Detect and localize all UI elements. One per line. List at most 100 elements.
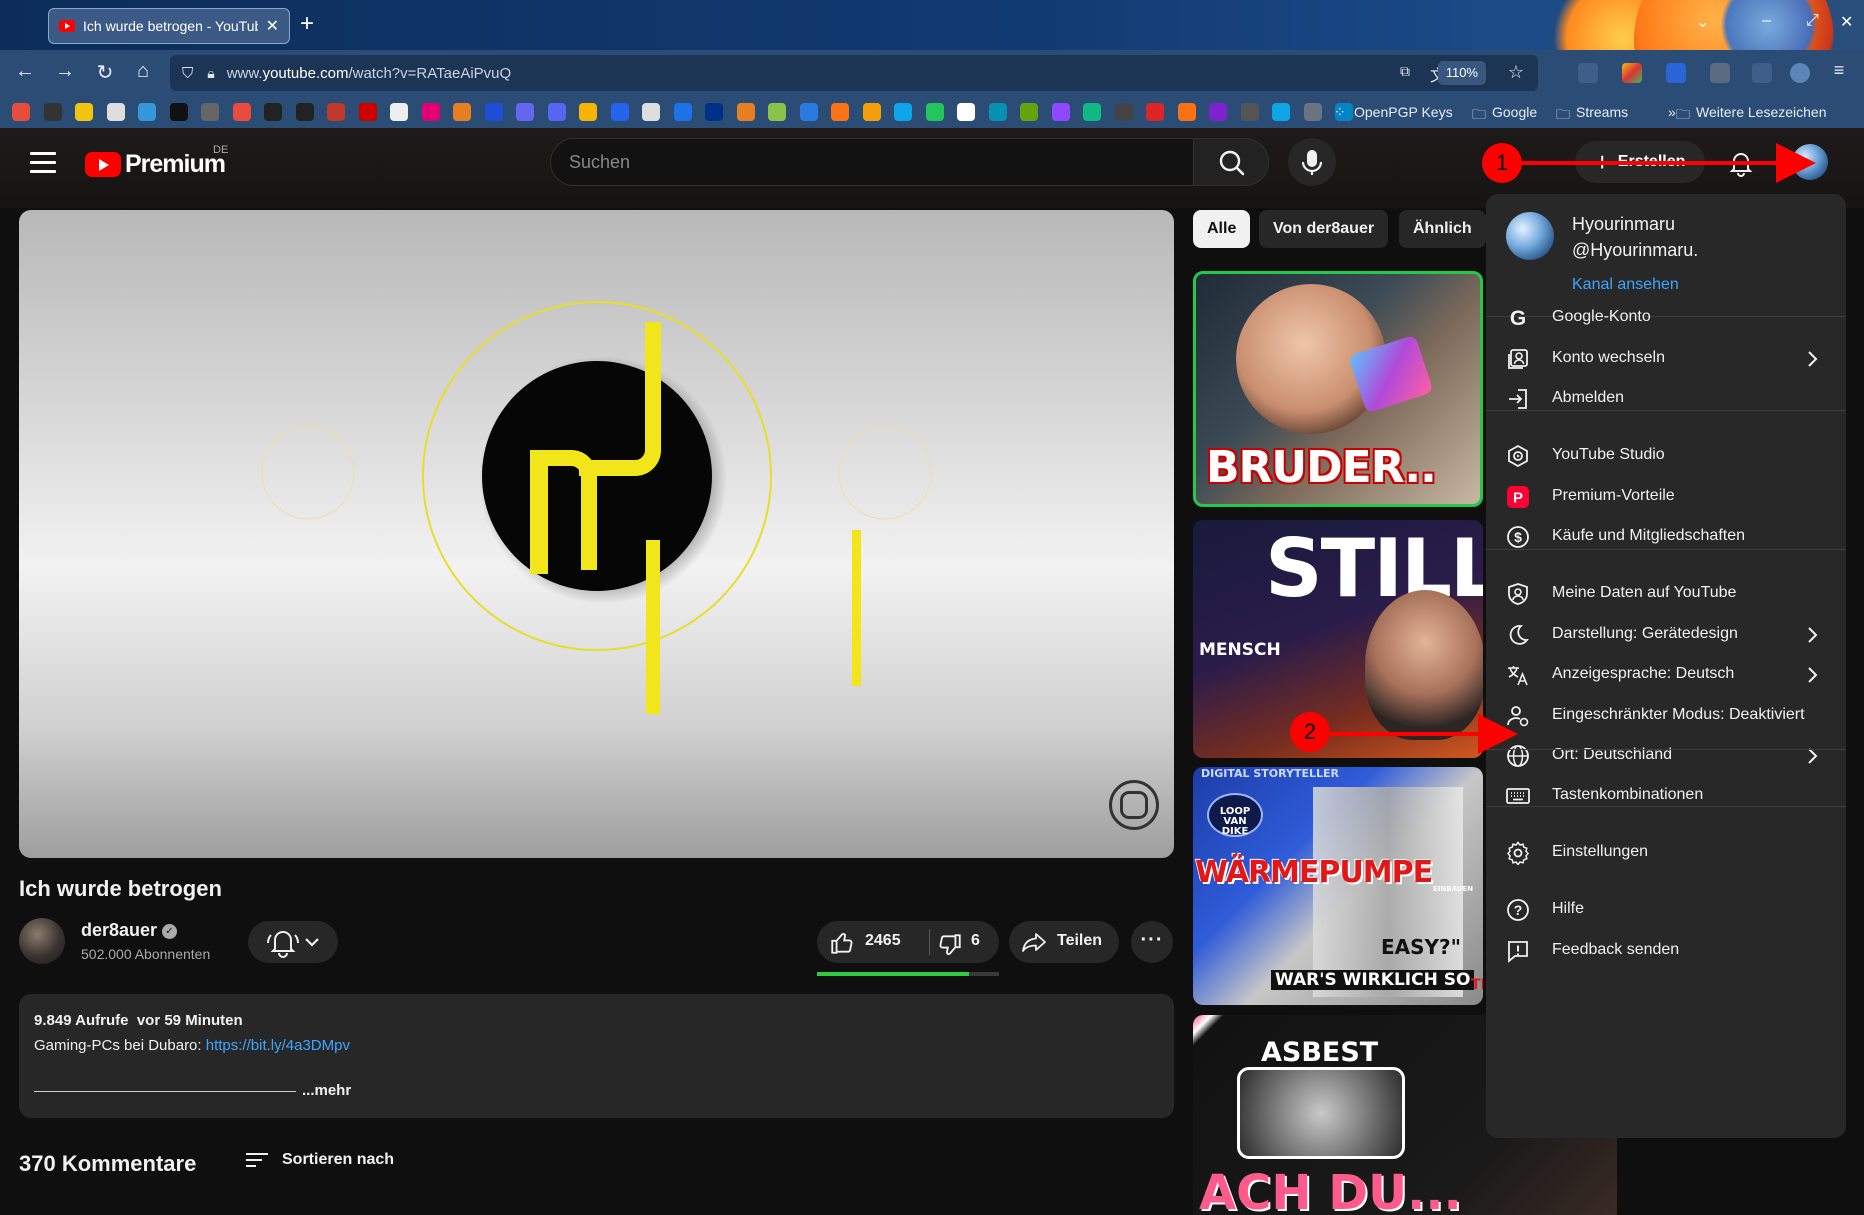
more-actions-icon[interactable]: ···	[1131, 921, 1173, 963]
bookmark-favicon-icon[interactable]	[75, 103, 93, 121]
extension-color-icon[interactable]	[1622, 63, 1642, 83]
share-button[interactable]: Teilen	[1009, 921, 1119, 963]
bookmark-favicon-icon[interactable]	[1240, 103, 1259, 121]
maximize-icon[interactable]: ⤢	[1806, 12, 1819, 30]
channel-watermark-icon[interactable]	[1109, 780, 1159, 830]
bookmark-favicon-icon[interactable]	[610, 103, 629, 121]
menu-item-sign-out[interactable]: Abmelden	[1486, 375, 1846, 423]
app-menu-icon[interactable]: ≡	[1826, 60, 1852, 81]
bookmark-favicon-icon[interactable]	[799, 103, 818, 121]
bookmark-favicon-icon[interactable]	[547, 103, 566, 121]
bookmark-favicon-icon[interactable]	[894, 103, 912, 121]
zoom-level[interactable]: 110%	[1437, 61, 1486, 85]
bookmark-favicon-icon[interactable]	[736, 103, 755, 121]
search-button[interactable]	[1193, 138, 1269, 186]
bookmark-item[interactable]: Weitere Lesezeichen	[1696, 104, 1826, 120]
bookmark-favicon-icon[interactable]	[831, 103, 849, 121]
like-count[interactable]: 2465	[865, 932, 901, 950]
bookmark-favicon-icon[interactable]	[988, 103, 1007, 121]
browser-tab-active[interactable]: Ich wurde betrogen - YouTube ✕	[48, 8, 290, 44]
bookmark-item[interactable]: Streams	[1576, 104, 1628, 120]
notifications-button[interactable]	[1720, 142, 1762, 184]
menu-item-feedback[interactable]: Feedback senden	[1486, 927, 1846, 975]
extensions-icon[interactable]	[1752, 63, 1772, 83]
bookmark-favicon-icon[interactable]	[862, 103, 881, 121]
forward-icon[interactable]: →	[52, 60, 78, 83]
search-box[interactable]	[550, 138, 1195, 186]
chip-alle[interactable]: Alle	[1193, 210, 1251, 248]
bookmark-favicon-icon[interactable]	[12, 103, 30, 121]
reload-icon[interactable]: ↻	[92, 60, 118, 85]
screenshot-icon[interactable]: ⧉	[1400, 63, 1410, 80]
menu-item-dollar[interactable]: $ Käufe und Mitgliedschaften	[1486, 513, 1846, 561]
bookmark-favicon-icon[interactable]	[232, 103, 251, 121]
url-text[interactable]: www.youtube.com/watch?v=RATaeAiPvuQ	[227, 65, 511, 82]
thumbs-down-icon[interactable]	[937, 932, 963, 958]
hamburger-menu-icon[interactable]	[30, 152, 56, 174]
bookmark-item[interactable]: Google	[1492, 104, 1537, 120]
search-input[interactable]	[551, 139, 1194, 185]
menu-item-gear[interactable]: Einstellungen	[1486, 829, 1846, 877]
bookmark-favicon-icon[interactable]	[1146, 103, 1164, 121]
bookmark-favicon-icon[interactable]	[1272, 103, 1290, 121]
bookmark-favicon-icon[interactable]	[169, 103, 188, 121]
bookmark-favicon-icon[interactable]	[1020, 103, 1038, 121]
bookmark-favicon-icon[interactable]	[106, 103, 125, 121]
downloads-icon[interactable]	[1578, 63, 1598, 83]
bookmark-favicon-icon[interactable]	[327, 103, 345, 121]
bookmark-favicon-icon[interactable]	[1177, 103, 1196, 121]
home-icon[interactable]: ⌂	[130, 60, 156, 83]
bookmark-favicon-icon[interactable]	[516, 103, 534, 121]
bookmark-favicon-icon[interactable]	[484, 103, 503, 121]
bookmark-favicon-icon[interactable]	[579, 103, 597, 121]
bookmark-favicon-icon[interactable]	[295, 103, 314, 121]
bookmark-favicon-icon[interactable]	[1051, 103, 1070, 121]
chip-von-der8auer[interactable]: Von der8auer	[1259, 210, 1389, 248]
new-tab-button[interactable]: +	[300, 10, 314, 38]
bookmark-favicon-icon[interactable]	[1303, 103, 1322, 121]
tab-close-icon[interactable]: ✕	[266, 16, 279, 36]
description-box[interactable]: 9.849 Aufrufe vor 59 Minuten Gaming-PCs …	[19, 994, 1174, 1118]
account-avatar-button[interactable]	[1792, 144, 1828, 180]
recommended-video-2[interactable]: STILL MENSCH	[1193, 520, 1483, 758]
create-button[interactable]: + Erstellen	[1575, 141, 1705, 183]
tab-list-icon[interactable]: ⌄	[1696, 12, 1709, 32]
show-more-link[interactable]: ...mehr	[302, 1082, 351, 1099]
profile-icon[interactable]	[1790, 63, 1810, 83]
bookmark-favicon-icon[interactable]	[390, 103, 408, 121]
bookmark-favicon-icon[interactable]	[1083, 103, 1101, 121]
minimize-icon[interactable]: –	[1762, 12, 1771, 30]
youtube-premium-logo[interactable]: Premium DE	[85, 144, 228, 179]
bookmark-favicon-icon[interactable]	[1114, 103, 1133, 121]
video-player[interactable]	[19, 210, 1174, 858]
tracking-shield-icon[interactable]: ⛉	[182, 65, 193, 82]
bookmark-favicon-icon[interactable]	[957, 103, 975, 121]
sort-comments-button[interactable]: Sortieren nach	[244, 1150, 394, 1170]
bookmark-favicon-icon[interactable]	[201, 103, 219, 121]
extension-bitwarden-icon[interactable]	[1666, 63, 1686, 83]
menu-item-keyboard[interactable]: Tastenkombinationen	[1486, 772, 1846, 820]
lock-icon[interactable]: 🔒︎	[207, 65, 214, 82]
bookmark-favicon-icon[interactable]	[138, 103, 156, 121]
bookmark-favicon-icon[interactable]	[705, 103, 723, 121]
bookmarks-overflow-icon[interactable]: »	[1668, 104, 1676, 120]
dislike-count[interactable]: 6	[971, 932, 980, 950]
bookmark-favicon-icon[interactable]	[358, 103, 377, 121]
bookmark-favicon-icon[interactable]	[925, 103, 944, 121]
bookmark-favicon-icon[interactable]	[768, 103, 786, 121]
address-bar[interactable]: ⛉ 🔒︎ www.youtube.com/watch?v=RATaeAiPvuQ…	[170, 55, 1538, 91]
bookmark-star-icon[interactable]: ☆	[1508, 62, 1524, 83]
extension-privacy-icon[interactable]	[1710, 63, 1730, 83]
voice-search-button[interactable]	[1288, 138, 1336, 186]
description-link[interactable]: https://bit.ly/4a3DMpv	[206, 1037, 350, 1054]
bookmark-favicon-icon[interactable]	[673, 103, 692, 121]
bookmark-favicon-icon[interactable]	[453, 103, 471, 121]
bookmark-favicon-icon[interactable]	[642, 103, 660, 121]
thumbs-up-icon[interactable]	[829, 930, 855, 956]
channel-avatar[interactable]	[19, 918, 65, 964]
recommended-video-3[interactable]: DIGITAL STORYTELLER LOOP VAN DIKE WÄRMEP…	[1193, 767, 1483, 1005]
bookmark-favicon-icon[interactable]	[1209, 103, 1227, 121]
bookmark-favicon-icon[interactable]	[421, 103, 440, 121]
channel-name[interactable]: der8auer	[81, 920, 157, 941]
close-window-icon[interactable]: ✕	[1840, 12, 1853, 32]
